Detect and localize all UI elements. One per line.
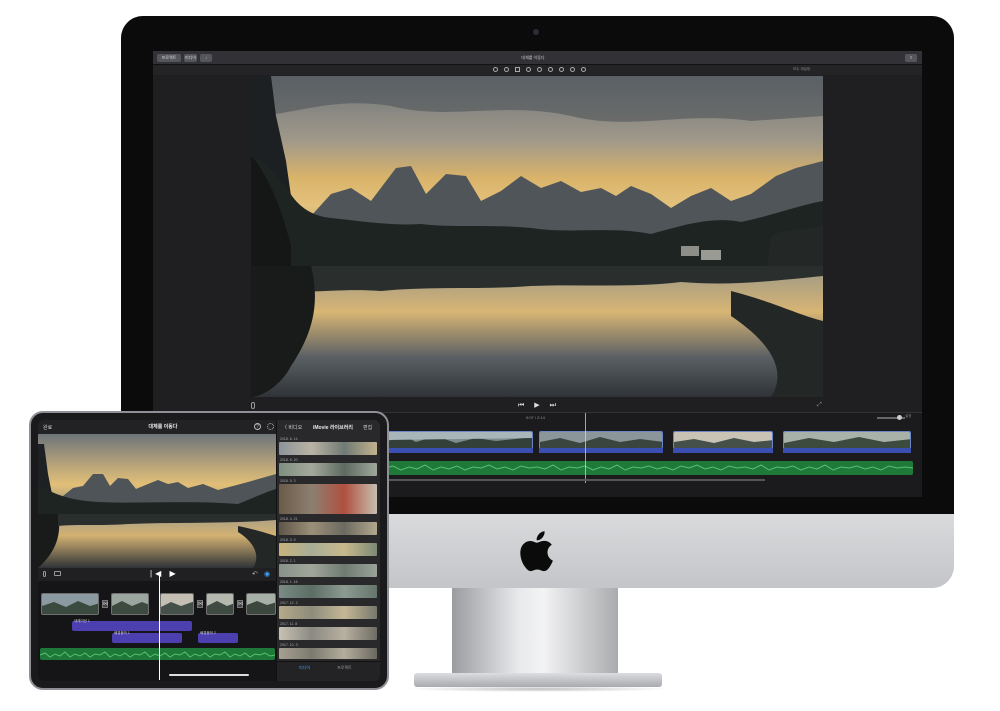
media-button[interactable]: 미디어	[184, 54, 197, 62]
music-label: 배경음악 1	[114, 631, 130, 635]
help-icon[interactable]: ?	[254, 423, 261, 430]
stabilization-icon[interactable]	[526, 67, 531, 72]
media-thumbnail-row[interactable]	[279, 484, 377, 514]
project-title: 대체를 이동다	[521, 55, 545, 60]
edit-button[interactable]: 편집	[363, 424, 372, 431]
ipad-screen: 완료 대체를 이동다 ? |◀ ▶ ↶ ◉ ⋈ ⋈ ⋈ 내레이션 1 배경음악 …	[38, 420, 380, 681]
apple-logo-icon	[520, 531, 553, 572]
play-button[interactable]: |◀ ▶	[150, 569, 179, 578]
background-audio-track[interactable]	[39, 648, 276, 660]
gear-icon[interactable]	[267, 423, 274, 430]
timeline-playhead[interactable]	[159, 572, 160, 680]
date-header: 2018. 5. 20	[280, 458, 298, 462]
timeline-clip[interactable]	[539, 431, 663, 449]
playback-controls[interactable]: ⏮ ▶ ⏭	[518, 401, 560, 410]
timecode: 0:07 / 2:14	[526, 415, 545, 420]
media-thumbnail-row[interactable]	[279, 543, 377, 556]
clip-audio	[539, 448, 663, 453]
media-thumbnail-row[interactable]	[279, 606, 377, 619]
timeline-clip[interactable]	[246, 593, 276, 615]
timeline-playhead[interactable]	[585, 413, 586, 483]
timeline: ⋈ ⋈ ⋈ 내레이션 1 배경음악 1 배경음악 2	[38, 581, 276, 681]
date-header: 2018. 4. 21	[280, 517, 298, 521]
tab-media[interactable]: 미디어	[299, 665, 310, 671]
media-thumbnail-row[interactable]	[279, 522, 377, 535]
info-icon[interactable]	[581, 67, 586, 72]
crop-icon[interactable]	[515, 67, 520, 72]
date-header: 2018. 2. 1	[280, 559, 296, 563]
clip-audio	[385, 448, 533, 453]
video-viewer	[38, 434, 276, 568]
transition-marker[interactable]: ⋈	[197, 600, 203, 608]
noise-reduction-icon[interactable]	[548, 67, 553, 72]
playback-bar: |◀ ▶ ↶ ◉	[38, 568, 276, 581]
timeline-clip[interactable]	[160, 593, 194, 615]
tools-icon[interactable]: ◉	[264, 570, 270, 578]
music-label: 배경음악 2	[200, 631, 216, 635]
undo-icon[interactable]: ↶	[252, 570, 258, 578]
media-thumbnail-row[interactable]	[279, 648, 377, 659]
inspector-bar: 모두 재설정	[153, 65, 922, 75]
zoom-slider-knob[interactable]	[897, 415, 902, 420]
clip-audio	[673, 448, 773, 453]
home-indicator[interactable]	[169, 674, 249, 676]
project-title: 대체를 이동다	[148, 424, 178, 430]
narration-label: 내레이션 1	[74, 619, 90, 623]
media-browser: 〈 비디오 iMovie 라이브러리 편집 2018. 6. 14 2018. …	[276, 420, 380, 681]
date-header: 2018. 5. 3	[280, 479, 296, 483]
timeline-clip[interactable]	[206, 593, 234, 615]
mac-toolbar: 프로젝트 미디어 ↓ 대체를 이동다 ⇪	[153, 51, 922, 65]
timeline-clip[interactable]	[111, 593, 149, 615]
imac-camera	[533, 29, 539, 35]
background-audio-track[interactable]	[384, 461, 914, 475]
speed-icon[interactable]	[559, 67, 564, 72]
tab-projects[interactable]: 프로젝트	[337, 665, 352, 671]
projects-button[interactable]: 프로젝트	[157, 54, 181, 62]
import-button[interactable]: ↓	[200, 54, 212, 62]
media-thumbnail-row[interactable]	[279, 463, 377, 476]
back-button[interactable]: 〈 비디오	[282, 424, 302, 431]
color-correction-icon[interactable]	[504, 67, 509, 72]
transition-marker[interactable]: ⋈	[102, 600, 108, 608]
narration-track[interactable]	[72, 621, 192, 631]
timeline-settings-button[interactable]: 설정	[905, 414, 911, 419]
share-button[interactable]: ⇪	[905, 54, 917, 62]
timeline-clip[interactable]	[673, 431, 773, 449]
timeline-clip[interactable]	[783, 431, 911, 449]
media-thumbnail-row[interactable]	[279, 442, 377, 455]
date-header: 2017. 11. 8	[280, 622, 298, 626]
media-thumbnail-row[interactable]	[279, 627, 377, 640]
reset-all-button[interactable]: 모두 재설정	[793, 67, 810, 72]
browser-title: iMovie 라이브러리	[313, 425, 353, 431]
date-header: 2018. 1. 16	[280, 580, 298, 584]
media-thumbnail-row[interactable]	[279, 585, 377, 598]
color-balance-icon[interactable]	[493, 67, 498, 72]
transition-marker[interactable]: ⋈	[237, 600, 243, 608]
imac-stand	[452, 588, 618, 686]
date-header: 2018. 3. 9	[280, 538, 296, 542]
tab-bar: 미디어 프로젝트	[277, 661, 380, 681]
timeline-scrollbar[interactable]	[385, 479, 765, 481]
voiceover-mic-icon[interactable]	[43, 571, 46, 577]
clip-audio	[783, 448, 911, 453]
volume-icon[interactable]	[537, 67, 542, 72]
done-button[interactable]: 완료	[43, 424, 52, 431]
media-thumbnail-row[interactable]	[279, 564, 377, 577]
voiceover-mic-icon[interactable]	[251, 402, 255, 409]
timeline-clip[interactable]	[385, 431, 533, 449]
imac-foot	[414, 673, 662, 687]
filter-icon[interactable]	[570, 67, 575, 72]
date-header: 2017. 10. 3	[280, 643, 298, 647]
video-viewer	[251, 76, 823, 397]
date-header: 2017. 12. 2	[280, 601, 298, 605]
timeline-clip[interactable]	[41, 593, 99, 615]
fullscreen-icon[interactable]: ⤢	[817, 402, 822, 409]
date-header: 2018. 6. 14	[280, 437, 298, 441]
camera-icon[interactable]	[54, 571, 61, 576]
